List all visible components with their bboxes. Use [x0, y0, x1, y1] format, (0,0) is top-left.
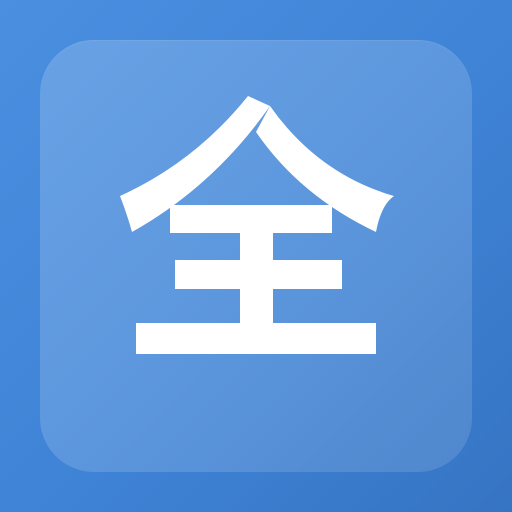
quan-character-icon [120, 96, 394, 354]
